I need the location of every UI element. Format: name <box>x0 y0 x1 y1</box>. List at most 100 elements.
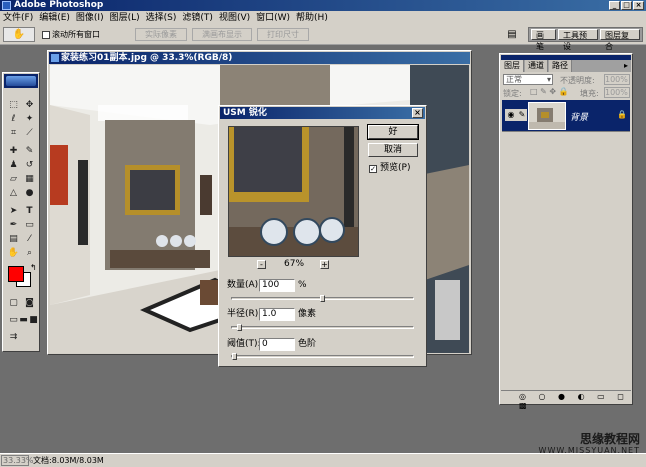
notes-tool-icon[interactable]: ▤ <box>6 233 21 246</box>
lasso-tool-icon[interactable]: ℓ <box>6 113 21 126</box>
eraser-tool-icon[interactable]: ▱ <box>6 173 21 186</box>
pen-tool-icon[interactable]: ✒ <box>6 219 21 232</box>
tab-layers[interactable]: 图层 <box>501 60 524 72</box>
menu-help[interactable]: 帮助(H) <box>293 11 331 25</box>
dialog-title-bar[interactable]: USM 锐化 × <box>220 107 425 119</box>
blend-mode-value: 正常 <box>506 75 522 84</box>
close-icon: × <box>414 108 421 117</box>
unsharp-mask-dialog: USM 锐化 × - 67% + 好 取消 ✓ 预览(P) 数量(A): 100… <box>218 105 427 367</box>
amount-input[interactable]: 100 <box>259 279 295 292</box>
threshold-slider[interactable] <box>231 353 414 360</box>
amount-slider[interactable] <box>231 295 414 302</box>
magic-wand-tool-icon[interactable]: ✦ <box>22 113 37 126</box>
menu-window[interactable]: 窗口(W) <box>253 11 293 25</box>
dialog-title: USM 锐化 <box>223 108 267 118</box>
zoom-tool-icon[interactable]: ⌕ <box>22 247 37 260</box>
preview-zoom-in-button[interactable]: + <box>320 260 329 269</box>
photoshop-logo[interactable] <box>6 76 36 86</box>
foreground-color-swatch[interactable] <box>8 266 24 282</box>
print-size-button[interactable]: 打印尺寸 <box>257 28 309 41</box>
menu-view[interactable]: 视图(V) <box>216 11 253 25</box>
fill-input[interactable]: 100% <box>604 87 630 98</box>
options-bar: ✋ 滚动所有窗口 实际像素 满画布显示 打印尺寸 ▤ 画笔 工具预设 图层复合 <box>0 25 646 51</box>
slice-tool-icon[interactable]: ⟋ <box>22 127 37 140</box>
move-tool-icon[interactable]: ✥ <box>22 99 37 112</box>
preview-checkbox[interactable]: ✓ <box>369 165 377 173</box>
layers-panel-footer: ◎ ○ ● ◐ ▭ ◻ ▩ <box>501 390 631 410</box>
preview-image[interactable] <box>228 126 359 257</box>
toolbox-header <box>4 74 38 88</box>
screen-mode-full-icon[interactable]: ■ <box>26 314 41 327</box>
menu-filter[interactable]: 滤镜(T) <box>179 11 216 25</box>
well-tab-tool-presets[interactable]: 工具预设 <box>558 29 598 51</box>
history-brush-tool-icon[interactable]: ↺ <box>22 159 37 172</box>
well-tab-layer-comps[interactable]: 图层复合 <box>600 29 640 51</box>
menu-select[interactable]: 选择(S) <box>143 11 180 25</box>
fill-label: 填充: <box>580 89 599 98</box>
threshold-input[interactable]: 0 <box>259 338 295 351</box>
radius-slider-thumb[interactable] <box>237 324 242 331</box>
layer-action-icons[interactable]: ◎ ○ ● ◐ ▭ ◻ ▩ <box>519 392 631 410</box>
crop-tool-icon[interactable]: ⌗ <box>6 127 21 140</box>
menu-image[interactable]: 图像(I) <box>73 11 107 25</box>
gradient-tool-icon[interactable]: ▦ <box>22 173 37 186</box>
opacity-input[interactable]: 100% <box>604 74 630 85</box>
tab-channels[interactable]: 通道 <box>525 60 548 72</box>
type-tool-icon[interactable]: T <box>22 205 37 218</box>
lock-label: 锁定: <box>503 89 522 98</box>
clone-stamp-tool-icon[interactable]: ♟ <box>6 159 21 172</box>
healing-brush-tool-icon[interactable]: ✚ <box>6 145 21 158</box>
layers-panel: 图层 通道 路径 ▸ 正常 ▾ 不透明度: 100% 锁定: □ ✎ ✥ 🔒 填充… <box>499 53 633 410</box>
tool-preset-picker[interactable]: ✋ <box>3 27 35 42</box>
threshold-slider-thumb[interactable] <box>232 353 237 360</box>
actual-pixels-button[interactable]: 实际像素 <box>135 28 187 41</box>
tab-paths[interactable]: 路径 <box>549 60 572 72</box>
close-button[interactable]: × <box>633 1 644 10</box>
eyedropper-tool-icon[interactable]: ⁄ <box>22 233 37 246</box>
menu-edit[interactable]: 编辑(E) <box>36 11 73 25</box>
standard-mode-icon[interactable]: ▢ <box>6 297 21 310</box>
radius-slider[interactable] <box>231 324 414 331</box>
amount-slider-thumb[interactable] <box>320 295 325 302</box>
document-title-bar[interactable]: 家装练习01副本.jpg @ 33.3%(RGB/8) <box>49 52 470 64</box>
fit-on-screen-button[interactable]: 满画布显示 <box>192 28 252 41</box>
blend-mode-select[interactable]: 正常 ▾ <box>503 74 553 85</box>
dodge-tool-icon[interactable]: ● <box>22 187 37 200</box>
panel-menu-icon[interactable]: ▸ <box>621 60 631 72</box>
zoom-level-field[interactable]: 33.33% <box>1 455 34 466</box>
brush-tool-icon[interactable]: ✎ <box>22 145 37 158</box>
scroll-all-windows-label: 滚动所有窗口 <box>52 30 100 39</box>
hand-tool-icon[interactable]: ✋ <box>6 247 21 260</box>
watermark-text: 思缘教程网 <box>579 432 640 446</box>
eye-icon[interactable]: ◉ <box>505 109 517 121</box>
shape-tool-icon[interactable]: ▭ <box>22 219 37 232</box>
marquee-tool-icon[interactable]: ⬚ <box>6 99 21 112</box>
watermark-url: WWW.MISSYUAN.NET <box>538 446 640 455</box>
brush-link-icon[interactable]: ✎ <box>517 109 527 121</box>
swap-colors-icon[interactable]: ↰ <box>30 263 37 272</box>
dialog-close-button[interactable]: × <box>412 108 423 118</box>
path-selection-tool-icon[interactable]: ➤ <box>6 205 21 218</box>
maximize-button[interactable]: □ <box>621 1 632 10</box>
menu-layer[interactable]: 图层(L) <box>107 11 143 25</box>
amount-unit: % <box>298 280 307 290</box>
hand-icon: ✋ <box>12 29 26 40</box>
scroll-all-windows-checkbox[interactable] <box>42 31 50 39</box>
checkmark-icon: ✓ <box>370 165 376 173</box>
blur-tool-icon[interactable]: △ <box>6 187 21 200</box>
preview-zoom-out-button[interactable]: - <box>257 260 266 269</box>
menu-file[interactable]: 文件(F) <box>0 11 36 25</box>
cancel-button[interactable]: 取消 <box>368 143 418 157</box>
ok-button[interactable]: 好 <box>367 124 419 140</box>
lock-icons[interactable]: □ ✎ ✥ 🔒 <box>530 87 569 96</box>
jump-to-imageready-icon[interactable]: ⇉ <box>6 331 21 344</box>
radius-input[interactable]: 1.0 <box>259 308 295 321</box>
quick-mask-mode-icon[interactable]: ◙ <box>22 297 37 310</box>
layer-row-background[interactable]: ◉ ✎ 背景 🔒 <box>502 100 630 132</box>
well-tab-brushes[interactable]: 画笔 <box>531 29 556 51</box>
document-icon <box>51 54 59 62</box>
menu-bar: 文件(F) 编辑(E) 图像(I) 图层(L) 选择(S) 滤镜(T) 视图(V… <box>0 11 646 25</box>
file-browser-icon[interactable]: ▤ <box>505 29 519 41</box>
preview-crop-svg <box>229 127 358 256</box>
minimize-button[interactable]: _ <box>609 1 620 10</box>
